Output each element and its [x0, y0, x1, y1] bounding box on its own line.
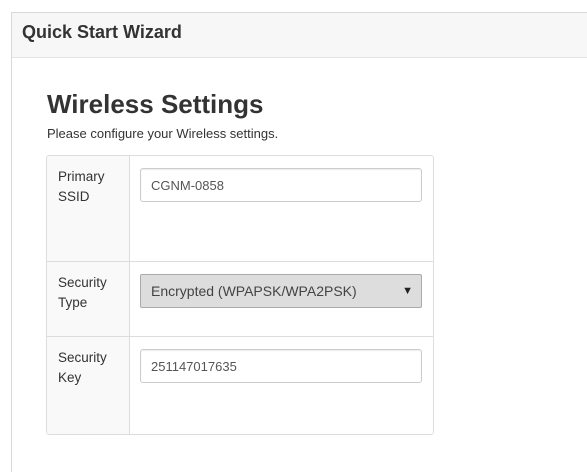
primary-ssid-input[interactable]: [140, 168, 422, 202]
wireless-settings-form: Primary SSID Security Type Encrypted (WP…: [46, 155, 434, 435]
section-title: Wireless Settings: [47, 89, 264, 119]
primary-ssid-label: Primary SSID: [47, 156, 130, 261]
security-key-label: Security Key: [47, 337, 130, 434]
wizard-title: Quick Start Wizard: [12, 13, 587, 58]
section-description: Please configure your Wireless settings.: [47, 126, 279, 141]
primary-ssid-cell: [130, 156, 433, 261]
security-key-cell: [130, 337, 433, 434]
security-type-cell: Encrypted (WPAPSK/WPA2PSK) ▼: [130, 262, 433, 336]
security-type-selected-value: Encrypted (WPAPSK/WPA2PSK): [151, 283, 357, 299]
security-key-input[interactable]: [140, 349, 422, 383]
form-row-primary-ssid: Primary SSID: [47, 156, 433, 261]
chevron-down-icon: ▼: [402, 285, 413, 297]
form-row-security-key: Security Key: [47, 336, 433, 434]
security-type-select[interactable]: Encrypted (WPAPSK/WPA2PSK) ▼: [140, 274, 422, 308]
form-row-security-type: Security Type Encrypted (WPAPSK/WPA2PSK)…: [47, 261, 433, 336]
security-type-label: Security Type: [47, 262, 130, 336]
